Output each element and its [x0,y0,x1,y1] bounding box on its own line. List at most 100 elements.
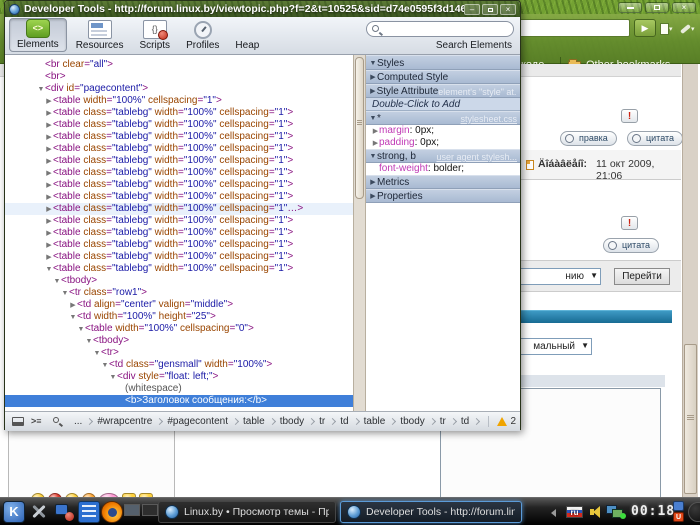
tree-row[interactable]: ▶<table class="tablebg" width="100%" cel… [5,143,353,155]
tree-row[interactable]: ▶<table class="tablebg" width="100%" cel… [5,167,353,179]
tab-heap[interactable]: Heap [228,18,266,52]
tree-row[interactable]: ▶<table width="100%" cellspacing="1"> [5,95,353,107]
breadcrumb-item[interactable]: table [359,416,391,427]
quote-post-button[interactable]: цитата [627,131,683,146]
browser-minimize-button[interactable] [618,2,642,13]
tree-row[interactable]: <b>Заголовок сообщения:</b> [5,395,353,407]
tree-row[interactable]: ▼<tr> [5,347,353,359]
add-style-row[interactable]: Double-Click to Add [366,98,520,111]
tree-row[interactable]: ▶<table class="tablebg" width="100%" cel… [5,155,353,167]
collapsed-arrow-icon[interactable]: ▶ [369,190,377,202]
network-icon[interactable] [606,505,626,519]
dock-side-button[interactable] [9,415,27,429]
tray-expand-icon[interactable] [551,509,556,517]
panel-section-metrics[interactable]: ▶Metrics [366,175,520,189]
expanded-arrow-icon[interactable]: ▼ [369,150,377,162]
devtools-maximize-button[interactable] [482,4,498,15]
edit-post-button[interactable]: правка [560,131,617,146]
error-warning-badge[interactable]: 2 [488,416,516,427]
desktop-pager[interactable] [124,504,158,516]
collapsed-arrow-icon[interactable]: ▶ [372,138,379,150]
tree-row[interactable]: ▶<table class="tablebg" width="100%" cel… [5,215,353,227]
desktop-2[interactable] [142,504,158,516]
tree-row[interactable]: ▶<table class="tablebg" width="100%" cel… [5,119,353,131]
expanded-arrow-icon[interactable]: ▼ [369,56,377,69]
css-property-row[interactable]: font-weight: bolder; [366,163,520,175]
breadcrumb-item[interactable]: td [456,416,474,427]
tab-profiles[interactable]: Profiles [179,18,226,52]
jump-go-button[interactable]: Перейти [614,268,670,285]
page-scrollbar[interactable] [682,64,698,497]
devtools-close-button[interactable]: × [500,4,516,15]
breadcrumb-item[interactable]: ... [69,416,87,427]
tree-scrollbar[interactable] [353,55,366,411]
tree-row[interactable]: ▶<table class="tablebg" width="100%" cel… [5,227,353,239]
tree-scrollbar-thumb[interactable] [355,57,364,199]
tree-row[interactable]: ▼<tr class="row1"> [5,287,353,299]
browser-close-button[interactable]: × [672,2,696,13]
tree-row[interactable]: ▶<table class="tablebg" width="100%" cel… [5,191,353,203]
css-property-row[interactable]: ▶padding: 0px; [366,137,520,149]
breadcrumb-item[interactable]: tbody [275,416,309,427]
panel-section-properties[interactable]: ▶Properties [366,189,520,203]
panel-section-style-attribute[interactable]: ▶Style Attributeelement's "style" at... [366,84,520,98]
breadcrumb-item[interactable]: td [335,416,353,427]
report-post-button[interactable]: ! [621,109,638,123]
system-settings-icon[interactable] [28,501,50,523]
tree-row[interactable]: (whitespace) [5,383,353,395]
devtools-titlebar[interactable]: Developer Tools - http://forum.linux.by/… [5,1,520,17]
breadcrumb-item[interactable]: tr [435,416,451,427]
firefox-icon[interactable] [101,501,123,523]
utorrent-icon[interactable]: U [673,512,684,522]
tray-app-icon[interactable] [673,501,684,511]
wrench-menu-button[interactable]: ▾ [680,19,698,37]
tree-row[interactable]: <br> [5,71,353,83]
rule-source-link[interactable]: user agent stylesh... [436,150,517,162]
remote-desktop-icon[interactable] [53,501,75,523]
text-editor-icon[interactable] [78,501,100,523]
tree-row[interactable]: ▼<div id="pagecontent"> [5,83,353,95]
tree-row[interactable]: ▶<table class="tablebg" width="100%" cel… [5,131,353,143]
console-button[interactable]: >≡ [29,415,47,429]
tree-row[interactable]: ▶<table class="tablebg" width="100%" cel… [5,107,353,119]
devtools-minimize-button[interactable]: – [464,4,480,15]
go-button[interactable]: ▶ [634,19,656,37]
keyboard-layout-flag[interactable]: ru [566,506,583,518]
expanded-arrow-icon[interactable]: ▼ [369,112,377,124]
breadcrumb-item[interactable]: tbody [395,416,429,427]
tab-elements[interactable]: <>Elements [9,18,67,52]
tree-row[interactable]: ▼<tbody> [5,335,353,347]
tree-row[interactable]: ▶<td align="center" valign="middle"> [5,299,353,311]
tree-row[interactable]: ▼<td class="gensmall" width="100%"> [5,359,353,371]
rule-source-link[interactable]: stylesheet.css [460,112,517,124]
breadcrumb-item[interactable]: tr [314,416,330,427]
tree-row[interactable]: ▼<tbody> [5,275,353,287]
collapsed-arrow-icon[interactable]: ▶ [369,71,377,83]
page-scrollbar-thumb[interactable] [684,344,697,494]
clock[interactable]: 00:18 [631,504,671,519]
style-rule-header[interactable]: ▼strong, buser agent stylesh... [366,149,520,163]
page-menu-button[interactable]: ▾ [660,19,678,37]
taskbar-task-devtools[interactable]: Developer Tools - http://forum.linux [340,501,522,523]
report-post-button[interactable]: ! [621,216,638,230]
tab-scripts[interactable]: {}Scripts [133,18,178,52]
search-input[interactable] [366,21,514,37]
tab-resources[interactable]: Resources [69,18,131,52]
tree-row[interactable]: ▶<table class="tablebg" width="100%" cel… [5,239,353,251]
panel-section-styles[interactable]: ▼Styles [366,55,520,70]
desktop-1[interactable] [124,504,140,516]
kde-menu-button[interactable]: K [3,501,25,523]
search-nodes-button[interactable] [49,415,67,429]
panel-section-computed-style[interactable]: ▶Computed Style [366,70,520,84]
collapsed-arrow-icon[interactable]: ▶ [369,176,377,188]
tree-row[interactable]: ▼<td width="100%" height="25"> [5,311,353,323]
tree-row[interactable]: ▶<table class="tablebg" width="100%" cel… [5,179,353,191]
plasma-cashew-icon[interactable] [688,502,700,522]
collapsed-arrow-icon[interactable]: ▶ [369,85,377,97]
taskbar-task-browser[interactable]: Linux.by • Просмотр темы - Пробл [158,501,336,523]
tree-row[interactable]: ▼<table class="tablebg" width="100%" cel… [5,263,353,275]
tree-row[interactable]: ▶<table class="tablebg" width="100%" cel… [5,251,353,263]
tree-row[interactable]: ▼<table width="100%" cellspacing="0"> [5,323,353,335]
browser-maximize-button[interactable] [645,2,669,13]
tree-row[interactable]: ▶<table class="tablebg" width="100%" cel… [5,203,353,215]
